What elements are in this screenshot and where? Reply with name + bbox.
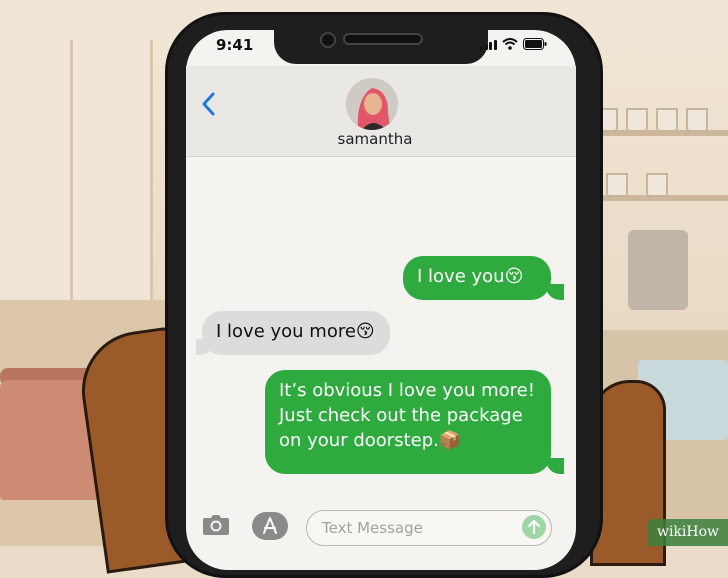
status-time: 9:41 — [216, 36, 254, 54]
message-bubble-received[interactable]: I love you more😚 — [202, 311, 390, 355]
message-input[interactable] — [306, 510, 552, 546]
contact-name[interactable]: samantha — [300, 130, 450, 148]
background-coffee-machine — [628, 230, 688, 310]
background-cup — [606, 173, 628, 197]
background-window — [0, 40, 153, 300]
front-camera — [320, 32, 336, 48]
message-bubble-sent[interactable]: I love you😚 — [403, 256, 551, 300]
background-cup — [656, 108, 678, 132]
battery-icon — [522, 38, 547, 50]
message-input-field[interactable] — [320, 518, 514, 538]
camera-icon[interactable] — [202, 514, 230, 536]
background-cup — [626, 108, 648, 132]
wifi-icon — [501, 38, 518, 50]
app-store-icon[interactable] — [252, 512, 288, 540]
chevron-left-icon[interactable] — [198, 90, 220, 118]
background-cup — [686, 108, 708, 132]
earpiece-speaker — [343, 33, 423, 45]
cellular-signal-icon — [480, 40, 497, 50]
status-icons — [480, 38, 547, 50]
send-arrow-icon[interactable] — [522, 515, 546, 539]
contact-avatar[interactable] — [346, 78, 398, 130]
message-bubble-sent[interactable]: It’s obvious I love you more! Just check… — [265, 370, 551, 474]
background-cup — [646, 173, 668, 197]
watermark-logo: wikiHow — [648, 519, 728, 546]
